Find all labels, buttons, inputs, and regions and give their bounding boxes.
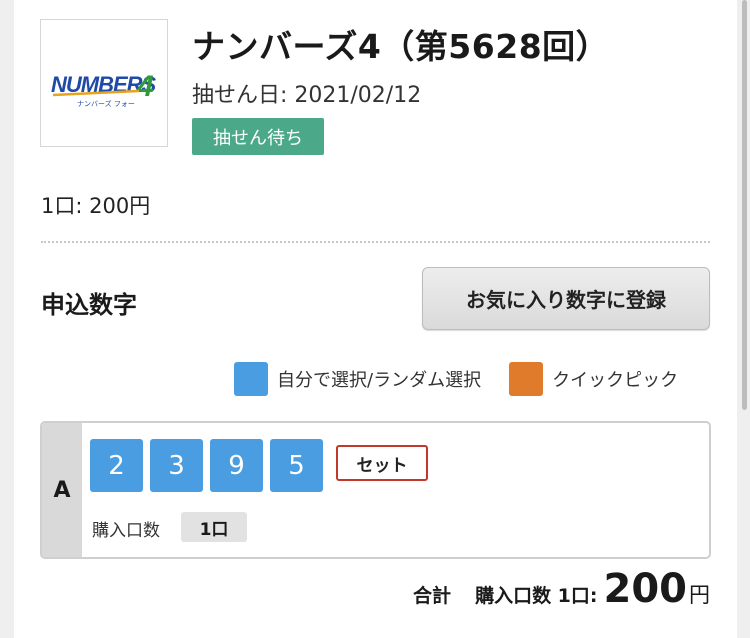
scrollbar[interactable] — [742, 0, 747, 410]
total-label: 合計 — [413, 585, 452, 607]
legend-label-manual: 自分で選択/ランダム選択 — [277, 370, 482, 391]
entry-digits: 2 3 9 5 — [90, 439, 330, 492]
entry-digit: 5 — [270, 439, 323, 492]
svg-text:ナンバーズ フォー: ナンバーズ フォー — [77, 99, 135, 108]
manual-swatch — [234, 362, 268, 396]
legend-item-manual: 自分で選択/ランダム選択 — [234, 362, 481, 396]
legend-label-quickpick: クイックピック — [552, 370, 679, 391]
quantity-value: 1口 — [181, 512, 247, 542]
entry-label: A — [42, 423, 82, 557]
lottery-card: NUMBERS 4 ナンバーズ フォー ナンバーズ4（第5628回） 抽せん日:… — [14, 0, 737, 638]
total-amount: 200 — [603, 566, 688, 612]
numbers4-logo: NUMBERS 4 ナンバーズ フォー — [40, 19, 168, 147]
entry-row-a: A 2 3 9 5 セット 購入口数 1口 — [40, 421, 711, 559]
divider — [41, 241, 710, 243]
register-favorite-button[interactable]: お気に入り数字に登録 — [422, 267, 710, 330]
quantity-label: 購入口数 — [92, 521, 160, 541]
svg-text:4: 4 — [136, 70, 154, 103]
legend-item-quickpick: クイックピック — [509, 362, 678, 396]
total-summary: 合計 購入口数 1口: 200 円 — [413, 566, 710, 612]
page-title: ナンバーズ4（第5628回） — [192, 27, 610, 66]
entry-digit: 2 — [90, 439, 143, 492]
total-currency: 円 — [689, 583, 710, 607]
entry-digit: 3 — [150, 439, 203, 492]
unit-price: 1口: 200円 — [41, 194, 151, 218]
set-type-badge: セット — [336, 445, 428, 481]
legend: 自分で選択/ランダム選択 クイックピック — [234, 362, 678, 396]
numbers4-logo-image: NUMBERS 4 ナンバーズ フォー — [51, 70, 158, 108]
status-badge: 抽せん待ち — [192, 118, 324, 155]
total-quantity: 購入口数 1口: — [475, 585, 598, 607]
entry-digit: 9 — [210, 439, 263, 492]
section-title: 申込数字 — [41, 291, 137, 319]
draw-date: 抽せん日: 2021/02/12 — [192, 83, 422, 108]
quickpick-swatch — [509, 362, 544, 396]
